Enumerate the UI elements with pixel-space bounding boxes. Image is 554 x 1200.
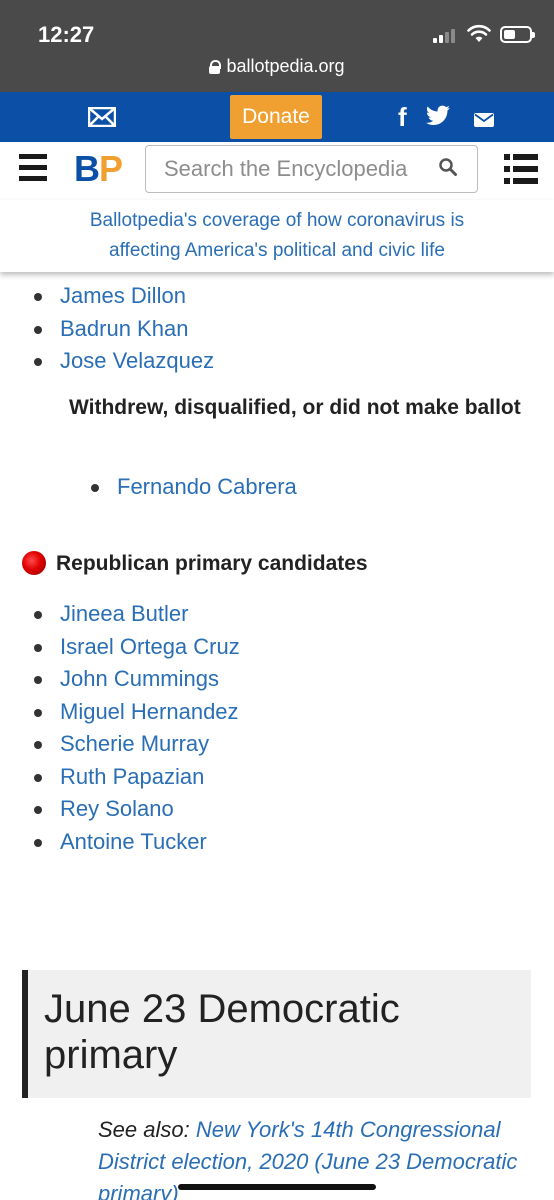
bullet: [34, 611, 42, 619]
article-content: James Dillon Badrun Khan Jose Velazquez …: [0, 272, 554, 1200]
list-item[interactable]: Miguel Hernandez: [0, 696, 240, 729]
list-item[interactable]: James Dillon: [0, 280, 214, 313]
address-bar[interactable]: ballotpedia.org: [0, 56, 554, 77]
bullet: [34, 806, 42, 814]
list-item[interactable]: Scherie Murray: [0, 728, 240, 761]
candidate-link[interactable]: Ruth Papazian: [60, 764, 204, 789]
banner-line-1: Ballotpedia's coverage of how coronaviru…: [89, 210, 465, 231]
bullet: [34, 358, 42, 366]
candidate-link[interactable]: Scherie Murray: [60, 731, 209, 756]
search-icon[interactable]: [439, 158, 457, 176]
bullet: [91, 484, 99, 492]
candidate-link[interactable]: Rey Solano: [60, 796, 174, 821]
wifi-icon: [467, 24, 491, 42]
list-menu-icon[interactable]: [504, 154, 538, 184]
candidate-link[interactable]: John Cummings: [60, 666, 219, 691]
browser-status-bar: 12:27 ballotpedia.org: [0, 0, 554, 92]
candidate-link[interactable]: Jose Velazquez: [60, 348, 214, 373]
list-item[interactable]: Rey Solano: [0, 793, 240, 826]
list-item[interactable]: Fernando Cabrera: [0, 471, 297, 504]
page: 12:27 ballotpedia.org Donate f BP Search…: [0, 0, 554, 1200]
bullet: [34, 838, 42, 847]
republican-heading-text: Republican primary candidates: [56, 552, 368, 575]
list-item[interactable]: Jineea Butler: [0, 598, 240, 631]
withdrew-heading: Withdrew, disqualified, or did not make …: [69, 396, 521, 419]
bullet: [34, 741, 42, 749]
twitter-icon[interactable]: [425, 105, 451, 127]
battery-icon: [500, 26, 535, 43]
ballotpedia-logo[interactable]: BP: [74, 148, 123, 190]
status-time: 12:27: [38, 22, 95, 47]
candidate-link[interactable]: Jineea Butler: [60, 601, 188, 626]
candidate-link[interactable]: James Dillon: [60, 283, 186, 308]
list-item[interactable]: Antoine Tucker: [0, 826, 240, 859]
republican-candidate-list: Jineea Butler Israel Ortega Cruz John Cu…: [0, 598, 240, 858]
bullet: [34, 325, 42, 334]
coronavirus-coverage-banner[interactable]: Ballotpedia's coverage of how coronaviru…: [0, 200, 554, 272]
see-also-label: See also:: [98, 1117, 190, 1142]
url-text: ballotpedia.org: [226, 56, 345, 76]
candidate-link[interactable]: Miguel Hernandez: [60, 699, 239, 724]
search-box[interactable]: [145, 145, 478, 193]
newsletter-envelope-icon[interactable]: [88, 107, 116, 127]
bullet: [34, 773, 42, 782]
bullet: [34, 643, 42, 652]
republican-party-icon: [22, 551, 46, 575]
bullet: [34, 676, 42, 684]
facebook-icon[interactable]: f: [398, 102, 407, 133]
candidate-link[interactable]: Antoine Tucker: [60, 829, 207, 854]
donate-button[interactable]: Donate: [230, 95, 322, 139]
list-item[interactable]: Badrun Khan: [0, 313, 214, 346]
republican-heading: Republican primary candidates: [22, 551, 368, 576]
section-title: June 23 Democratic primary: [44, 987, 400, 1077]
withdrew-candidate-list: Fernando Cabrera: [0, 471, 297, 504]
list-item[interactable]: Jose Velazquez: [0, 345, 214, 378]
banner-line-2: affecting America's political and civic …: [109, 240, 445, 261]
bullet: [34, 708, 42, 717]
democratic-candidate-list: James Dillon Badrun Khan Jose Velazquez: [0, 280, 214, 378]
list-item[interactable]: Ruth Papazian: [0, 761, 240, 794]
email-share-icon[interactable]: [474, 113, 494, 127]
search-input[interactable]: [164, 146, 434, 192]
candidate-link[interactable]: Israel Ortega Cruz: [60, 634, 240, 659]
lock-icon: [209, 60, 222, 74]
section-heading-box: June 23 Democratic primary: [22, 970, 531, 1098]
cellular-signal-icon: [433, 27, 459, 43]
hamburger-menu-icon[interactable]: [19, 154, 47, 182]
bullet: [34, 293, 42, 301]
home-indicator[interactable]: [178, 1184, 376, 1190]
list-item[interactable]: John Cummings: [0, 663, 240, 696]
candidate-link[interactable]: Fernando Cabrera: [117, 474, 297, 499]
list-item[interactable]: Israel Ortega Cruz: [0, 631, 240, 664]
candidate-link[interactable]: Badrun Khan: [60, 316, 188, 341]
